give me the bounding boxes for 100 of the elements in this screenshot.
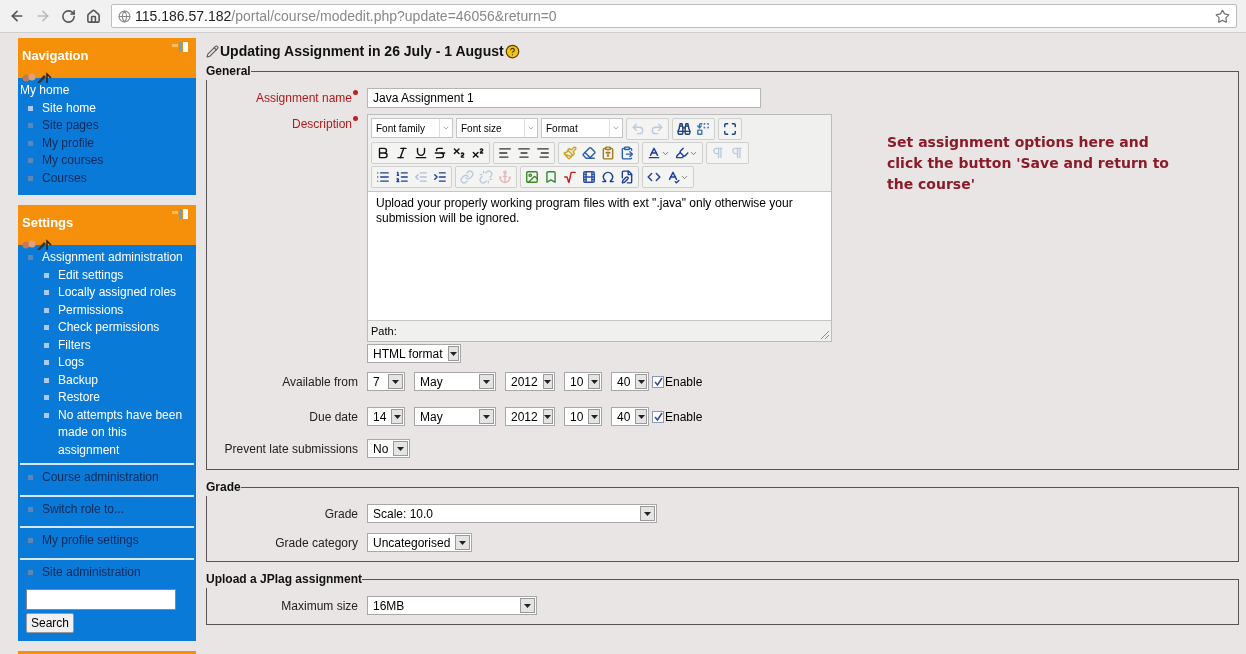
dropdown-icon [483, 379, 490, 384]
toolbar-select[interactable]: Font family [371, 118, 453, 138]
select-field[interactable]: 40 [611, 372, 649, 391]
bullet-icon [44, 325, 49, 330]
nav-link[interactable]: Restore [58, 389, 188, 407]
spellcheck-icon [666, 170, 680, 184]
dropdown-icon [637, 379, 645, 384]
bullet-icon [44, 272, 49, 278]
align-left-icon [498, 146, 512, 160]
image-icon [525, 170, 539, 184]
fullscreen-icon [723, 122, 737, 136]
nav-link[interactable]: Assignment administration [42, 249, 183, 267]
nav-link[interactable]: Logs [58, 354, 188, 372]
instruction-note: Set assignment options here and click the button 'Save and return to the course' [887, 133, 1170, 194]
nav-link[interactable]: No attempts have been made on this assignment [58, 406, 188, 459]
select-field[interactable]: Scale: 10.0 [367, 504, 657, 523]
select-field[interactable]: Uncategorised [367, 533, 473, 552]
dropdown-icon [590, 379, 598, 384]
block-controls-icon[interactable] [22, 239, 52, 251]
home-button[interactable] [86, 8, 101, 24]
section-legend: Upload a JPlag assignment [206, 570, 363, 588]
section-legend: General [206, 62, 251, 80]
bold-icon [376, 146, 390, 160]
select-field[interactable]: May [414, 407, 496, 426]
select-field[interactable]: 2012 [505, 372, 555, 391]
reload-button[interactable] [61, 8, 76, 24]
align-center-icon [517, 146, 531, 160]
dock-icon[interactable] [172, 42, 188, 52]
address-bar[interactable]: 115.186.57.182/portal/course/modedit.php?update=46056&return=0 [111, 4, 1237, 28]
numbered-list-icon [395, 170, 409, 184]
nav-link[interactable]: Locally assigned roles [58, 284, 188, 302]
bullet-icon [28, 569, 33, 575]
globe-icon [118, 9, 131, 23]
field-label: Prevent late submissions [224, 442, 358, 456]
dropdown-icon [393, 414, 401, 419]
select-field[interactable]: 7 [367, 372, 405, 391]
dropdown-icon [483, 414, 490, 419]
unlink-icon [479, 170, 493, 184]
nav-link[interactable]: Check permissions [58, 319, 188, 337]
dropdown-icon [544, 379, 552, 384]
required-icon [353, 116, 358, 121]
dock-icon[interactable] [172, 209, 188, 219]
italic-icon [395, 146, 409, 160]
select-field[interactable]: 10 [564, 372, 602, 391]
back-button[interactable] [9, 8, 25, 24]
bullet-icon [28, 475, 33, 480]
toolbar-select[interactable]: Font size [456, 118, 538, 138]
path-label: Path: [371, 323, 397, 339]
nav-link[interactable]: Backup [58, 371, 188, 389]
html-icon [647, 170, 661, 184]
bullet-icon [44, 395, 49, 400]
cleanup-icon [563, 146, 577, 160]
edit-icon [620, 170, 634, 184]
search-button[interactable]: Search [26, 613, 75, 633]
align-right-icon [536, 146, 550, 160]
anchor-icon [498, 170, 512, 184]
nav-link[interactable]: Edit settings [58, 266, 188, 284]
select-field[interactable]: HTML format [367, 344, 461, 363]
select-field[interactable]: No [367, 439, 411, 458]
text-field[interactable]: Java Assignment 1 [367, 88, 761, 108]
dropdown-icon [644, 511, 651, 516]
dropdown-icon [590, 414, 598, 419]
search-field[interactable] [26, 589, 176, 610]
select-field[interactable]: 16MB [367, 596, 537, 615]
nav-link[interactable]: Filters [58, 336, 188, 354]
field-label: Maximum size [281, 599, 358, 613]
find-icon [677, 122, 691, 136]
toolbar-select[interactable]: Format [541, 118, 623, 138]
checkbox[interactable] [652, 410, 664, 423]
bookmark-star-icon[interactable] [1215, 8, 1230, 24]
resize-handle-icon[interactable] [820, 330, 829, 339]
eraser-icon [582, 146, 596, 160]
block-controls-icon[interactable] [22, 72, 52, 84]
nav-link[interactable]: Site home [42, 99, 97, 117]
checkbox[interactable] [652, 375, 664, 388]
bullet-icon [44, 412, 49, 418]
select-field[interactable]: 2012 [505, 407, 555, 426]
dropdown-icon [392, 379, 399, 384]
dropdown-icon [442, 124, 450, 132]
field-label: Description [291, 117, 352, 131]
field-label: Available from [282, 375, 358, 389]
bullet-icon [28, 140, 33, 146]
bullet-icon [44, 377, 49, 383]
underline-icon [414, 146, 428, 160]
select-field[interactable]: 14 [367, 407, 405, 426]
dropdown-icon [527, 124, 535, 132]
select-field[interactable]: 10 [564, 407, 602, 426]
undo-icon [631, 122, 645, 136]
select-field[interactable]: 40 [611, 407, 649, 426]
help-icon[interactable] [504, 43, 520, 59]
bullet-icon [44, 360, 49, 365]
editor-content-area[interactable]: Upload your properly working program files with ext ".java" only otherwise your submission will be ignored. [368, 191, 831, 321]
required-icon [353, 90, 358, 95]
ltr-icon [711, 146, 725, 160]
bullet-icon [28, 158, 33, 163]
bullet-icon [28, 105, 33, 111]
select-field[interactable]: May [414, 372, 496, 391]
nav-link[interactable]: My home [20, 82, 70, 100]
text-color-icon [647, 146, 661, 160]
nav-link[interactable]: Permissions [58, 301, 188, 319]
